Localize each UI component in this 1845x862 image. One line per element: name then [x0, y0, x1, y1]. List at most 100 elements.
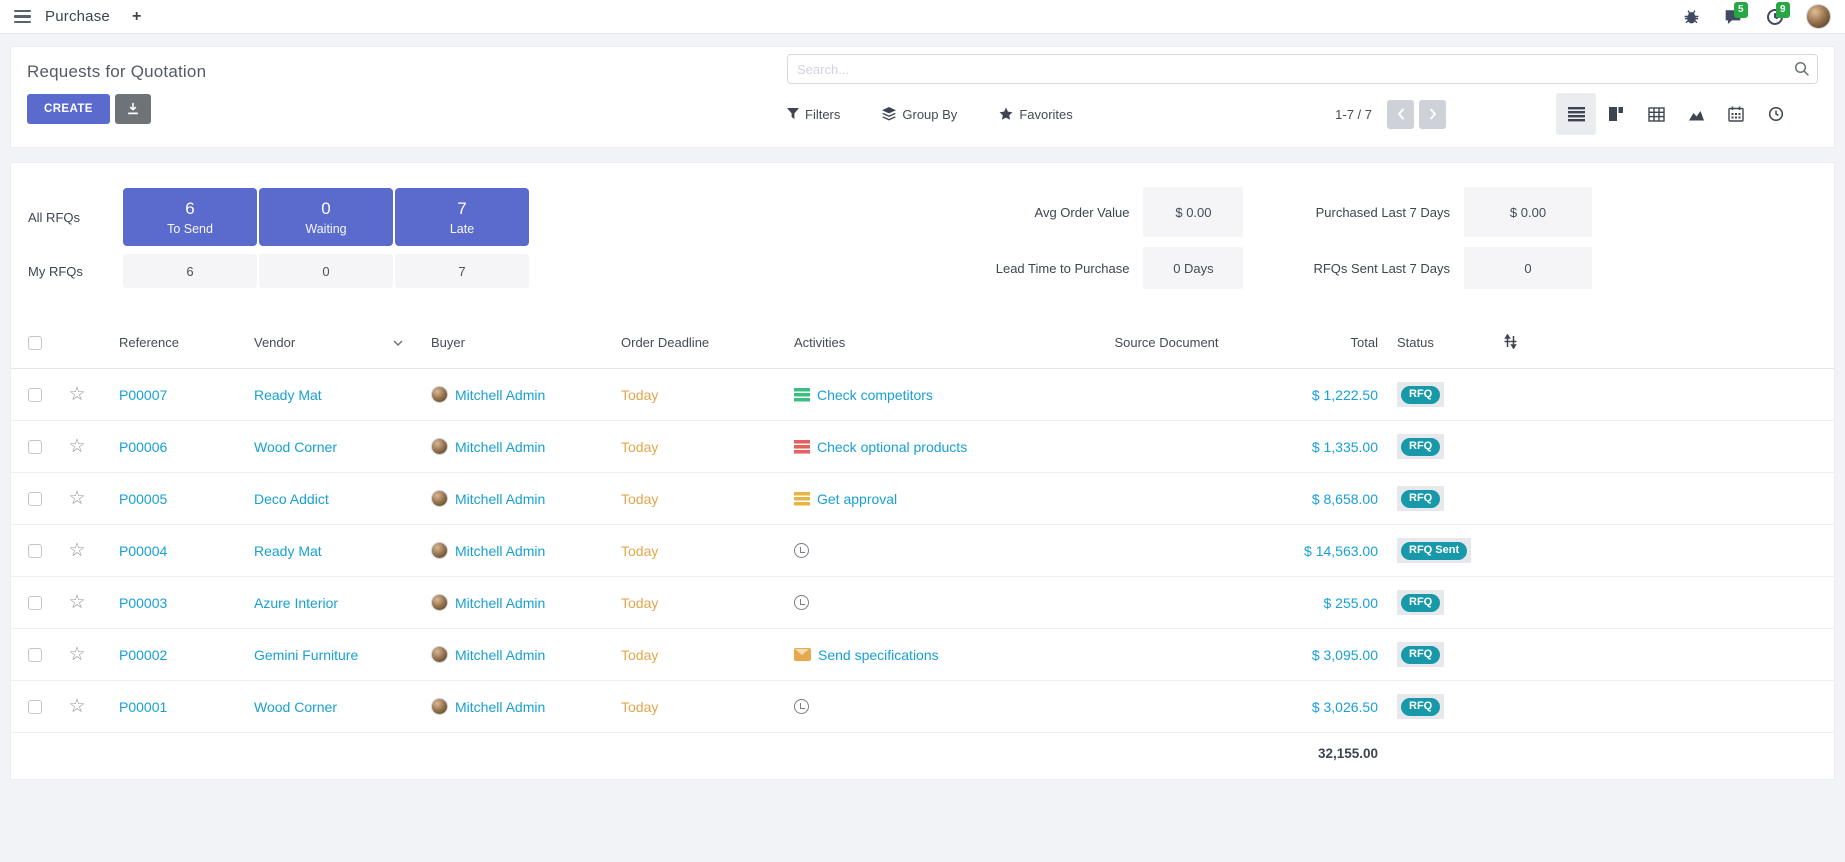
- header-order-deadline[interactable]: Order Deadline: [597, 335, 770, 350]
- table-row[interactable]: ☆ P00003 Azure Interior Mitchell Admin T…: [11, 577, 1834, 629]
- favorite-star-icon[interactable]: ☆: [59, 541, 95, 560]
- my-late-card[interactable]: 7: [395, 254, 529, 288]
- row-checkbox[interactable]: [28, 492, 42, 506]
- activity-cell[interactable]: Send specifications: [770, 647, 1055, 663]
- all-waiting-card[interactable]: 0Waiting: [259, 188, 393, 246]
- buyer-avatar: [431, 542, 448, 559]
- header-buyer[interactable]: Buyer: [407, 335, 597, 350]
- buyer-link[interactable]: Mitchell Admin: [455, 543, 545, 559]
- buyer-link[interactable]: Mitchell Admin: [455, 491, 545, 507]
- all-late-card[interactable]: 7Late: [395, 188, 529, 246]
- view-switcher: [1556, 93, 1796, 135]
- activity-icon[interactable]: [794, 492, 810, 506]
- list-view-button[interactable]: [1556, 93, 1596, 135]
- header-activities[interactable]: Activities: [770, 335, 1055, 350]
- favorite-star-icon[interactable]: ☆: [59, 437, 95, 456]
- reference-link[interactable]: P00003: [95, 595, 230, 611]
- activity-icon[interactable]: [794, 440, 810, 454]
- activity-cell[interactable]: Check optional products: [770, 439, 1055, 455]
- header-vendor[interactable]: Vendor: [230, 335, 407, 350]
- reference-link[interactable]: P00007: [95, 387, 230, 403]
- buyer-link[interactable]: Mitchell Admin: [455, 439, 545, 455]
- header-total[interactable]: Total: [1278, 335, 1378, 350]
- table-row[interactable]: ☆ P00005 Deco Addict Mitchell Admin Toda…: [11, 473, 1834, 525]
- group-by-menu[interactable]: Group By: [882, 107, 957, 122]
- activity-cell[interactable]: [770, 543, 1055, 558]
- favorite-star-icon[interactable]: ☆: [59, 593, 95, 612]
- favorite-star-icon[interactable]: ☆: [59, 645, 95, 664]
- pager-next-button[interactable]: [1419, 100, 1446, 129]
- row-checkbox[interactable]: [28, 700, 42, 714]
- reference-link[interactable]: P00001: [95, 699, 230, 715]
- activity-cell[interactable]: [770, 595, 1055, 610]
- kanban-view-button[interactable]: [1596, 93, 1636, 135]
- filters-menu[interactable]: Filters: [787, 107, 840, 122]
- row-checkbox[interactable]: [28, 440, 42, 454]
- control-panel: Requests for Quotation CREATE Filters Gr…: [10, 46, 1835, 148]
- app-name[interactable]: Purchase: [45, 8, 110, 25]
- reference-link[interactable]: P00004: [95, 543, 230, 559]
- activity-icon[interactable]: [794, 595, 809, 610]
- my-to-send-card[interactable]: 6: [123, 254, 257, 288]
- favorite-star-icon[interactable]: ☆: [59, 489, 95, 508]
- search-input[interactable]: [787, 54, 1818, 84]
- vendor-link[interactable]: Ready Mat: [230, 387, 407, 403]
- vendor-link[interactable]: Wood Corner: [230, 439, 407, 455]
- new-tab-button[interactable]: +: [132, 8, 141, 26]
- select-all-checkbox[interactable]: [28, 336, 42, 350]
- activity-view-button[interactable]: [1756, 93, 1796, 135]
- messages-icon[interactable]: 5: [1722, 6, 1744, 28]
- user-avatar[interactable]: [1806, 4, 1831, 29]
- table-row[interactable]: ☆ P00001 Wood Corner Mitchell Admin Toda…: [11, 681, 1834, 733]
- header-reference[interactable]: Reference: [95, 335, 230, 350]
- chevron-down-icon: [393, 340, 403, 346]
- debug-bug-icon[interactable]: [1680, 6, 1702, 28]
- export-button[interactable]: [115, 94, 151, 124]
- pivot-view-icon: [1648, 107, 1665, 122]
- my-waiting-card[interactable]: 0: [259, 254, 393, 288]
- vendor-link[interactable]: Deco Addict: [230, 491, 407, 507]
- activity-icon[interactable]: [794, 388, 810, 402]
- header-source-document[interactable]: Source Document: [1055, 335, 1278, 350]
- search-icon[interactable]: [1794, 61, 1810, 77]
- table-row[interactable]: ☆ P00007 Ready Mat Mitchell Admin Today …: [11, 369, 1834, 421]
- row-checkbox[interactable]: [28, 596, 42, 610]
- graph-view-button[interactable]: [1676, 93, 1716, 135]
- activity-icon[interactable]: [794, 543, 809, 558]
- vendor-link[interactable]: Wood Corner: [230, 699, 407, 715]
- optional-columns-icon[interactable]: [1503, 334, 1518, 349]
- vendor-link[interactable]: Gemini Furniture: [230, 647, 407, 663]
- pager-previous-button[interactable]: [1387, 100, 1414, 129]
- reference-link[interactable]: P00006: [95, 439, 230, 455]
- favorite-star-icon[interactable]: ☆: [59, 385, 95, 404]
- favorite-star-icon[interactable]: ☆: [59, 697, 95, 716]
- table-row[interactable]: ☆ P00002 Gemini Furniture Mitchell Admin…: [11, 629, 1834, 681]
- activities-icon[interactable]: 9: [1764, 6, 1786, 28]
- favorites-menu[interactable]: Favorites: [999, 107, 1072, 122]
- buyer-link[interactable]: Mitchell Admin: [455, 595, 545, 611]
- vendor-link[interactable]: Ready Mat: [230, 543, 407, 559]
- buyer-link[interactable]: Mitchell Admin: [455, 387, 545, 403]
- buyer-link[interactable]: Mitchell Admin: [455, 647, 545, 663]
- row-checkbox[interactable]: [28, 544, 42, 558]
- all-to-send-card[interactable]: 6To Send: [123, 188, 257, 246]
- row-checkbox[interactable]: [28, 648, 42, 662]
- reference-link[interactable]: P00005: [95, 491, 230, 507]
- vendor-link[interactable]: Azure Interior: [230, 595, 407, 611]
- buyer-link[interactable]: Mitchell Admin: [455, 699, 545, 715]
- activity-cell[interactable]: Check competitors: [770, 387, 1055, 403]
- list-view-icon: [1568, 107, 1585, 122]
- create-button[interactable]: CREATE: [27, 94, 110, 124]
- order-deadline-value: Today: [597, 439, 770, 455]
- table-row[interactable]: ☆ P00004 Ready Mat Mitchell Admin Today …: [11, 525, 1834, 577]
- activity-icon[interactable]: [794, 699, 809, 714]
- calendar-view-button[interactable]: [1716, 93, 1756, 135]
- reference-link[interactable]: P00002: [95, 647, 230, 663]
- row-checkbox[interactable]: [28, 388, 42, 402]
- apps-menu-icon[interactable]: [14, 10, 31, 24]
- activity-icon[interactable]: [794, 648, 811, 661]
- activity-cell[interactable]: Get approval: [770, 491, 1055, 507]
- pivot-view-button[interactable]: [1636, 93, 1676, 135]
- table-row[interactable]: ☆ P00006 Wood Corner Mitchell Admin Toda…: [11, 421, 1834, 473]
- activity-cell[interactable]: [770, 699, 1055, 714]
